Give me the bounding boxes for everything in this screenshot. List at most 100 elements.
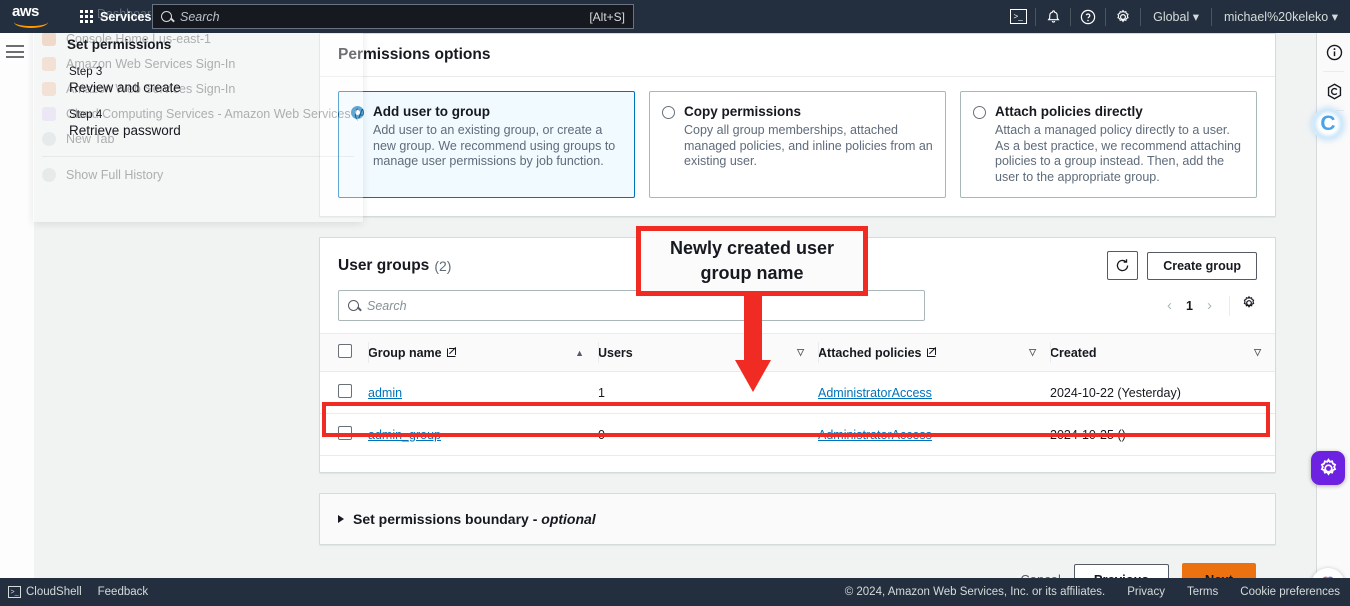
chevron-down-icon: ▾ xyxy=(1192,10,1199,24)
permissions-options-header: Permissions options xyxy=(320,34,1275,77)
services-menu-button[interactable]: Services xyxy=(74,0,157,33)
annotation-arrow-shaft xyxy=(744,294,762,368)
table-row[interactable]: admin_group 0 AdministratorAccess 2024-1… xyxy=(320,413,1275,456)
account-menu[interactable]: michael%20keleko ▾ xyxy=(1212,9,1350,24)
expand-caret-icon[interactable] xyxy=(338,515,344,523)
column-divider xyxy=(1050,342,1051,363)
feedback-label: Feedback xyxy=(97,586,149,598)
cookie-preferences-link[interactable]: Cookie preferences xyxy=(1240,586,1340,598)
previous-page-icon[interactable]: ‹ xyxy=(1161,297,1178,314)
column-divider xyxy=(818,342,819,363)
extension-gear-badge-icon[interactable] xyxy=(1311,451,1345,485)
option-copy-permissions[interactable]: Copy permissions Copy all group membersh… xyxy=(649,91,946,198)
permissions-option-list: Add user to group Add user to an existin… xyxy=(320,77,1275,216)
cloudshell-icon[interactable]: >_ xyxy=(1001,0,1035,33)
policy-link[interactable]: AdministratorAccess xyxy=(818,386,932,400)
section-title: Permissions options xyxy=(338,46,491,63)
sort-descending-icon[interactable]: ▽ xyxy=(797,347,804,358)
user-groups-count: (2) xyxy=(434,257,452,274)
cell-users: 1 xyxy=(598,371,818,414)
info-icon[interactable] xyxy=(1317,33,1350,71)
table-preferences-gear-icon[interactable] xyxy=(1241,295,1257,316)
cell-created: 2024-10-22 (Yesterday) xyxy=(1050,371,1275,414)
radio-icon[interactable] xyxy=(662,106,675,119)
group-name-link[interactable]: admin xyxy=(368,386,402,400)
external-link-icon xyxy=(926,347,936,357)
wizard-step4-label[interactable]: Retrieve password xyxy=(62,121,312,138)
select-all-checkbox[interactable] xyxy=(338,344,352,358)
cloudshell-label: CloudShell xyxy=(26,586,82,598)
user-groups-actions: Create group xyxy=(1107,251,1257,280)
radio-icon[interactable] xyxy=(973,106,986,119)
search-input[interactable] xyxy=(180,9,590,24)
clock-history-icon xyxy=(42,167,56,182)
wizard-step4-number: Step 4 xyxy=(69,109,103,121)
wizard-step-sidebar: Set permissions Step 3 Review and create… xyxy=(62,33,312,138)
aws-logo-icon[interactable]: aws xyxy=(12,2,52,29)
option-description: Attach a managed policy directly to a us… xyxy=(995,123,1241,184)
site-favicon-icon xyxy=(42,81,56,96)
sort-descending-icon[interactable]: ▽ xyxy=(1029,347,1036,358)
search-icon xyxy=(161,11,172,22)
column-header-users[interactable]: Users ▽ xyxy=(598,333,818,372)
column-label: Created xyxy=(1050,345,1097,360)
option-add-user-to-group[interactable]: Add user to group Add user to an existin… xyxy=(338,91,635,198)
help-icon[interactable] xyxy=(1071,0,1105,33)
copilot-badge-icon[interactable]: C xyxy=(1312,108,1344,140)
user-groups-search-input[interactable] xyxy=(367,298,915,313)
bottom-bar-left: >_ CloudShell Feedback xyxy=(8,586,148,598)
feedback-link[interactable]: Feedback xyxy=(98,586,149,598)
table-row[interactable]: admin 1 AdministratorAccess 2024-10-22 (… xyxy=(320,371,1275,414)
cell-group-name: admin xyxy=(368,371,598,414)
new-tab-icon xyxy=(42,131,56,146)
shield-hexagon-icon[interactable] xyxy=(1317,72,1350,110)
show-full-history-item[interactable]: Show Full History xyxy=(33,162,363,187)
group-name-link[interactable]: admin_group xyxy=(368,428,441,442)
permissions-boundary-section[interactable]: Set permissions boundary - optional xyxy=(319,493,1276,545)
wizard-step3-label[interactable]: Review and create xyxy=(62,78,312,95)
annotation-line-2: group name xyxy=(700,263,804,283)
cloudshell-button[interactable]: >_ CloudShell xyxy=(8,586,82,598)
aws-logo-smile xyxy=(14,21,48,28)
next-page-icon[interactable]: › xyxy=(1201,297,1218,314)
pagination-divider xyxy=(1229,295,1230,316)
option-label: Add user to group xyxy=(373,104,490,119)
option-description: Copy all group memberships, attached man… xyxy=(684,123,933,168)
cloudshell-icon: >_ xyxy=(8,586,21,598)
column-header-created[interactable]: Created ▽ xyxy=(1050,333,1275,372)
column-divider xyxy=(368,342,369,363)
region-label: Global xyxy=(1153,10,1190,24)
notifications-bell-icon[interactable] xyxy=(1036,0,1070,33)
settings-gear-icon[interactable] xyxy=(1106,0,1140,33)
browser-menu-icon[interactable] xyxy=(6,45,24,58)
chevron-down-icon: ▾ xyxy=(1331,10,1338,24)
privacy-link[interactable]: Privacy xyxy=(1127,586,1165,598)
search-shortcut-hint: [Alt+S] xyxy=(589,9,625,24)
option-description: Add user to an existing group, or create… xyxy=(373,123,616,168)
column-header-attached-policies[interactable]: Attached policies ▽ xyxy=(818,333,1050,372)
annotation-text: Newly created user group name xyxy=(664,236,840,286)
sort-ascending-icon[interactable]: ▲ xyxy=(575,348,584,358)
site-favicon-icon xyxy=(42,56,56,71)
row-checkbox[interactable] xyxy=(338,384,352,398)
refresh-icon[interactable] xyxy=(1107,251,1139,280)
global-search-box[interactable]: [Alt+S] xyxy=(152,4,634,29)
policy-link[interactable]: AdministratorAccess xyxy=(818,428,932,442)
column-label: Users xyxy=(598,345,633,360)
row-select-cell xyxy=(320,413,368,456)
option-attach-policies-directly[interactable]: Attach policies directly Attach a manage… xyxy=(960,91,1257,198)
column-label: Group name xyxy=(368,345,442,360)
region-selector[interactable]: Global ▾ xyxy=(1141,9,1211,24)
main-content: Permissions options Add user to group Ad… xyxy=(319,33,1276,596)
create-group-button[interactable]: Create group xyxy=(1147,251,1257,280)
terms-link[interactable]: Terms xyxy=(1187,586,1218,598)
external-link-icon xyxy=(446,347,456,357)
column-divider xyxy=(598,342,599,363)
wizard-current-step-title: Set permissions xyxy=(67,37,172,52)
sort-descending-icon[interactable]: ▽ xyxy=(1254,347,1261,358)
column-header-group-name[interactable]: Group name ▲ xyxy=(368,333,598,372)
page-number[interactable]: 1 xyxy=(1182,299,1197,313)
permissions-options-card: Permissions options Add user to group Ad… xyxy=(319,33,1276,217)
aws-logo-text: aws xyxy=(12,2,39,20)
row-checkbox[interactable] xyxy=(338,426,352,440)
